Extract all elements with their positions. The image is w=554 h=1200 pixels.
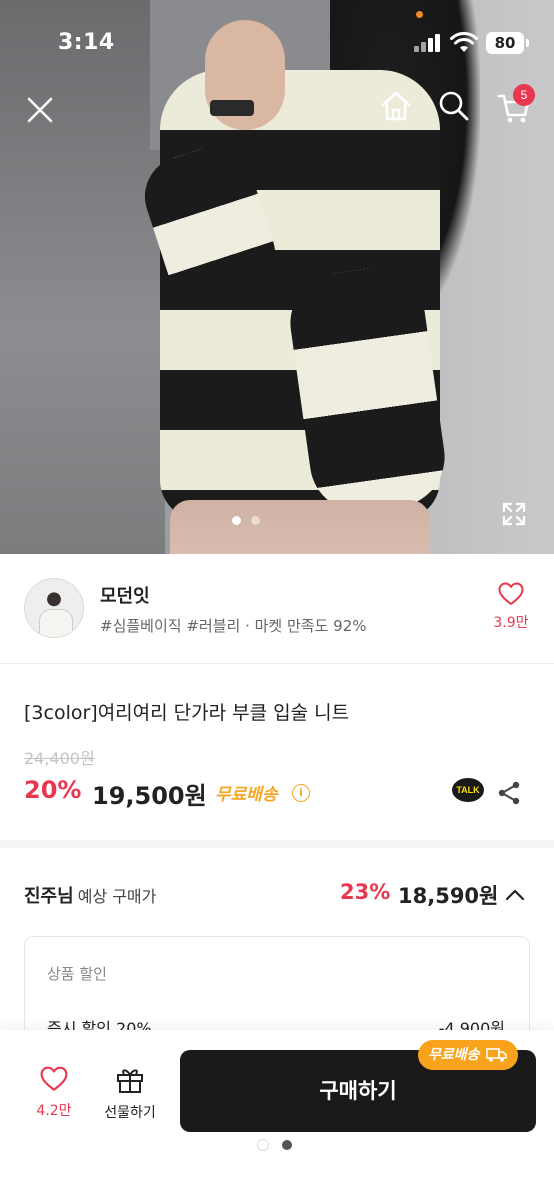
kakao-talk-icon: TALK [452, 778, 484, 802]
gift-button[interactable]: 선물하기 [98, 1066, 162, 1122]
sale-price: 19,500원 [92, 782, 207, 810]
discount-rate: 20% [24, 776, 82, 804]
store-like-button[interactable]: 3.9만 [486, 582, 536, 632]
expand-icon [502, 502, 526, 526]
free-shipping-label: 무료배송 [215, 785, 278, 805]
free-shipping-badge: 무료배송 [418, 1040, 518, 1070]
gallery-pagination [232, 516, 260, 525]
product-info: [3color]여리여리 단가라 부클 입술 니트 24,400원 20% 19… [0, 664, 554, 848]
status-bar: 3:14 80 [0, 0, 554, 80]
photo-legs [170, 500, 430, 554]
pager-dot [258, 1140, 268, 1150]
cart-count-badge: 5 [513, 84, 535, 106]
fullscreen-button[interactable] [498, 498, 530, 530]
truck-icon [485, 1048, 507, 1062]
wishlist-count: 4.2만 [36, 1103, 72, 1119]
store-tags: #심플베이직 #러블리 · 마켓 만족도 92% [100, 617, 367, 635]
heart-icon [40, 1066, 68, 1091]
photo-watch [210, 100, 254, 116]
pager-dot [282, 1140, 292, 1150]
store-row[interactable]: 모던잇 #심플베이직 #러블리 · 마켓 만족도 92% 3.9만 [0, 554, 554, 664]
store-avatar[interactable] [24, 578, 84, 638]
original-price: 24,400원 [24, 749, 95, 768]
wishlist-button[interactable]: 4.2만 [26, 1066, 82, 1120]
member-price-label: 예상 구매가 [77, 887, 157, 906]
search-icon [439, 91, 469, 121]
shipping-info-icon[interactable]: i [292, 784, 310, 802]
member-price-row[interactable]: 진주님 예상 구매가 23% 18,590원 [0, 856, 554, 936]
home-button[interactable] [376, 86, 416, 126]
status-time: 3:14 [58, 30, 115, 55]
bottom-action-bar: 4.2만 선물하기 구매하기 무료배송 [0, 1030, 554, 1200]
kakao-talk-button[interactable]: TALK [452, 778, 484, 806]
signal-icon [414, 34, 440, 52]
product-title: [3color]여리여리 단가라 부클 입술 니트 [24, 702, 350, 724]
member-name: 진주님 예상 구매가 [24, 882, 156, 908]
privacy-dot-icon [416, 11, 423, 18]
gallery-dot[interactable] [232, 516, 241, 525]
search-button[interactable] [434, 86, 474, 126]
close-icon [27, 97, 53, 123]
home-icon [381, 91, 411, 121]
product-image[interactable] [0, 0, 554, 554]
heart-icon [498, 582, 524, 605]
discount-detail-heading: 상품 할인 [47, 965, 107, 983]
chevron-up-icon[interactable] [502, 882, 528, 908]
member-discount-rate: 23% [340, 880, 391, 904]
gift-icon [117, 1069, 143, 1093]
gift-label: 선물하기 [104, 1105, 156, 1121]
photo-background [0, 0, 165, 554]
member-price: 18,590원 [398, 884, 499, 908]
close-button[interactable] [20, 90, 60, 130]
share-icon [498, 781, 520, 805]
share-button[interactable] [496, 780, 522, 806]
battery-indicator: 80 [486, 32, 529, 54]
gallery-dot[interactable] [251, 516, 260, 525]
store-like-count: 3.9만 [493, 615, 529, 631]
free-shipping-badge-label: 무료배송 [428, 1047, 480, 1063]
bottom-pager [258, 1140, 292, 1150]
member-name-text: 진주님 [24, 886, 74, 907]
store-name[interactable]: 모던잇 [100, 582, 150, 608]
wifi-icon [450, 32, 478, 52]
